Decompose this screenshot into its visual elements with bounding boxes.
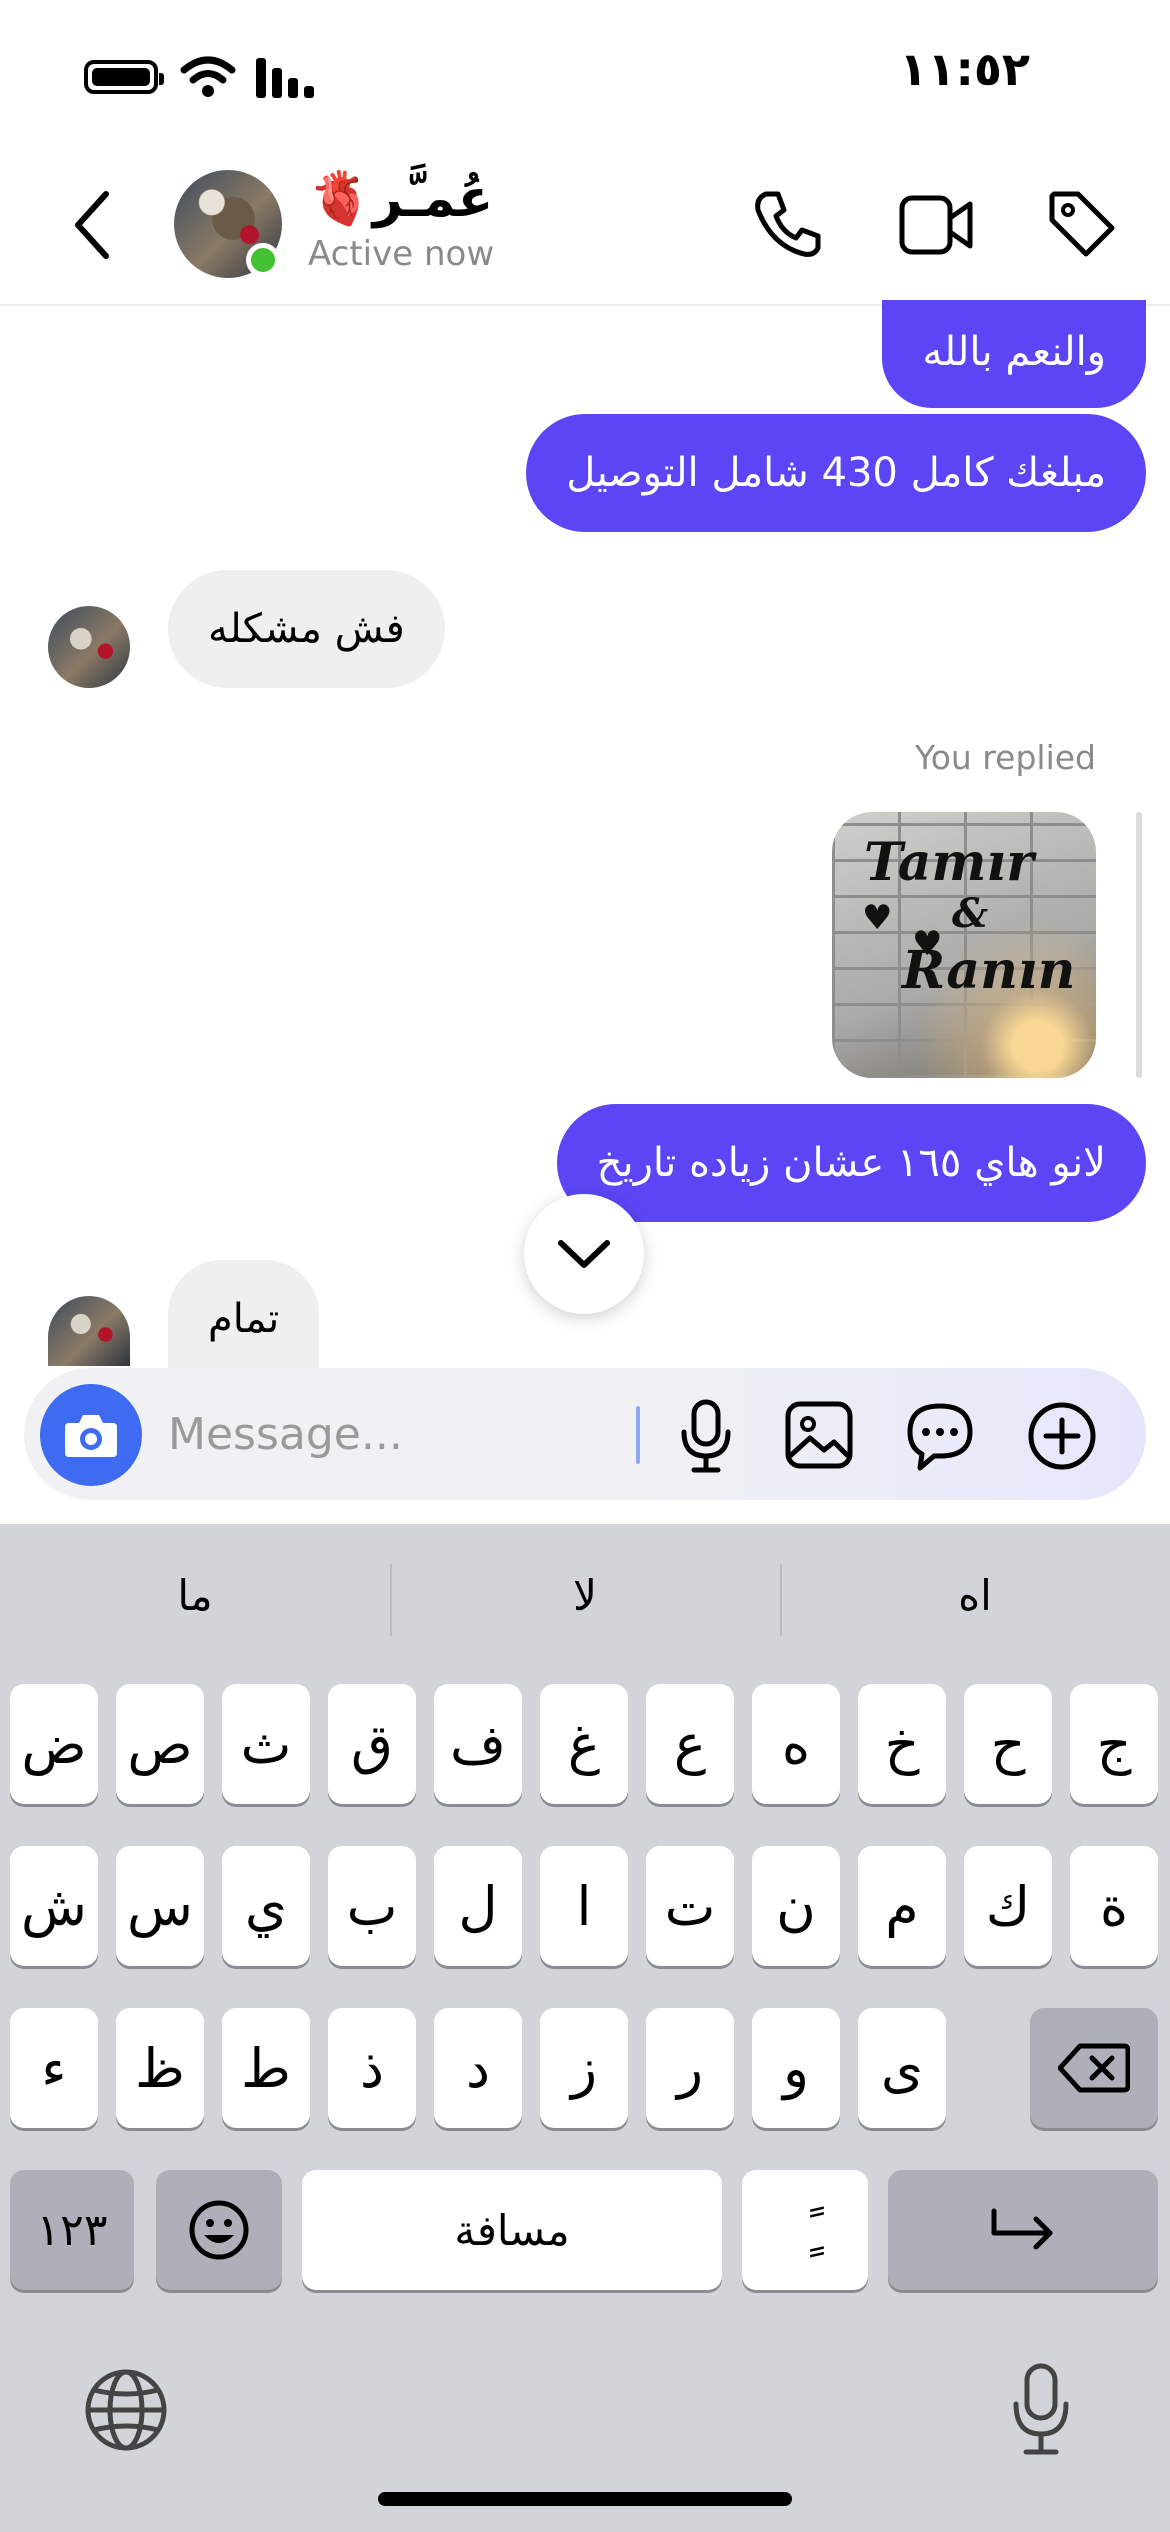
key[interactable]: ض <box>10 1684 98 1804</box>
image-icon[interactable] <box>784 1400 854 1470</box>
key[interactable]: ظ <box>116 2008 204 2128</box>
camera-icon <box>65 1415 117 1457</box>
key[interactable]: ح <box>964 1684 1052 1804</box>
key[interactable]: ذ <box>328 2008 416 2128</box>
contact-name[interactable]: عُمـَّر🫀 <box>308 168 493 229</box>
you-replied-label: You replied <box>914 738 1096 777</box>
key[interactable]: ط <box>222 2008 310 2128</box>
video-camera-icon[interactable] <box>898 192 974 258</box>
key[interactable]: س <box>116 1846 204 1966</box>
message-bubble-outgoing[interactable]: والنعم بالله <box>882 300 1146 408</box>
key[interactable]: ه <box>752 1684 840 1804</box>
key[interactable]: خ <box>858 1684 946 1804</box>
key[interactable]: ا <box>540 1846 628 1966</box>
message-input[interactable] <box>168 1392 628 1476</box>
key[interactable]: و <box>752 2008 840 2128</box>
suggestion-word[interactable]: اه <box>780 1556 1170 1636</box>
reply-indicator-bar <box>1136 812 1142 1078</box>
key[interactable]: ق <box>328 1684 416 1804</box>
return-key[interactable] <box>888 2170 1158 2290</box>
cellular-signal-icon <box>256 58 314 98</box>
chevron-left-icon[interactable] <box>70 190 114 260</box>
globe-icon[interactable] <box>84 2368 168 2452</box>
key[interactable]: ش <box>10 1846 98 1966</box>
tanween-key[interactable]: ًٍ <box>742 2170 868 2290</box>
key[interactable]: غ <box>540 1684 628 1804</box>
key[interactable]: ن <box>752 1846 840 1966</box>
key[interactable]: ة <box>1070 1846 1158 1966</box>
message-text: فش مشكله <box>208 606 405 652</box>
key[interactable]: م <box>858 1846 946 1966</box>
text-cursor <box>636 1406 640 1464</box>
message-text: والنعم بالله <box>922 329 1106 375</box>
image-text: & <box>952 890 989 937</box>
key[interactable]: ب <box>328 1846 416 1966</box>
message-text: مبلغك كامل 430 شامل التوصيل <box>566 450 1106 496</box>
message-text: تمام <box>208 1296 280 1342</box>
key[interactable]: ث <box>222 1684 310 1804</box>
numbers-key[interactable]: ١٢٣ <box>10 2170 134 2290</box>
key[interactable]: ء <box>10 2008 98 2128</box>
message-bubble-outgoing[interactable]: مبلغك كامل 430 شامل التوصيل <box>526 414 1146 532</box>
dictation-microphone-icon[interactable] <box>1010 2362 1072 2458</box>
key[interactable]: ي <box>222 1846 310 1966</box>
key[interactable]: ع <box>646 1684 734 1804</box>
emoji-key[interactable] <box>156 2170 282 2290</box>
microphone-icon[interactable] <box>678 1398 734 1474</box>
suggestion-word[interactable]: لا <box>390 1556 780 1636</box>
key[interactable]: ك <box>964 1846 1052 1966</box>
key[interactable]: ف <box>434 1684 522 1804</box>
return-icon <box>991 2208 1053 2250</box>
scroll-to-bottom-button[interactable] <box>524 1194 644 1314</box>
heart-icon: ♥ <box>862 898 893 938</box>
suggestion-word[interactable]: ما <box>0 1556 390 1636</box>
key[interactable]: ى <box>858 2008 946 2128</box>
contact-avatar-small[interactable] <box>48 606 130 688</box>
replied-image[interactable]: Tamır & Ranın ♥ ♥ <box>832 812 1096 1078</box>
message-bubble-outgoing[interactable]: لانو هاي ١٦٥ عشان زياده تاريخ <box>556 1104 1146 1222</box>
key[interactable]: ص <box>116 1684 204 1804</box>
message-bubble-incoming[interactable]: فش مشكله <box>168 570 445 688</box>
key[interactable]: ل <box>434 1846 522 1966</box>
key[interactable]: د <box>434 2008 522 2128</box>
key[interactable]: ر <box>646 2008 734 2128</box>
heart-icon: ♥ <box>912 924 943 964</box>
space-key[interactable]: مسافة <box>302 2170 722 2290</box>
chat-bubble-icon[interactable] <box>904 1400 976 1472</box>
online-status-dot <box>246 243 280 277</box>
key[interactable]: ج <box>1070 1684 1158 1804</box>
wifi-icon <box>180 56 236 97</box>
active-status-text: Active now <box>308 234 495 274</box>
backspace-icon <box>1058 2043 1130 2093</box>
battery-icon <box>84 60 164 94</box>
image-text: Tamır <box>864 832 1034 893</box>
key[interactable]: ز <box>540 2008 628 2128</box>
status-time: ١١:٥٢ <box>899 42 1030 96</box>
emoji-icon <box>189 2200 249 2260</box>
phone-icon[interactable] <box>752 188 824 260</box>
message-bubble-incoming[interactable]: تمام <box>168 1260 320 1368</box>
message-text: لانو هاي ١٦٥ عشان زياده تاريخ <box>596 1140 1106 1186</box>
chevron-down-icon <box>558 1240 610 1268</box>
plus-circle-icon[interactable] <box>1026 1400 1098 1472</box>
home-indicator <box>378 2492 792 2506</box>
backspace-key[interactable] <box>1030 2008 1158 2128</box>
camera-button[interactable] <box>40 1384 142 1486</box>
contact-avatar-small[interactable] <box>48 1296 130 1366</box>
tag-icon[interactable] <box>1046 188 1118 260</box>
key[interactable]: ت <box>646 1846 734 1966</box>
